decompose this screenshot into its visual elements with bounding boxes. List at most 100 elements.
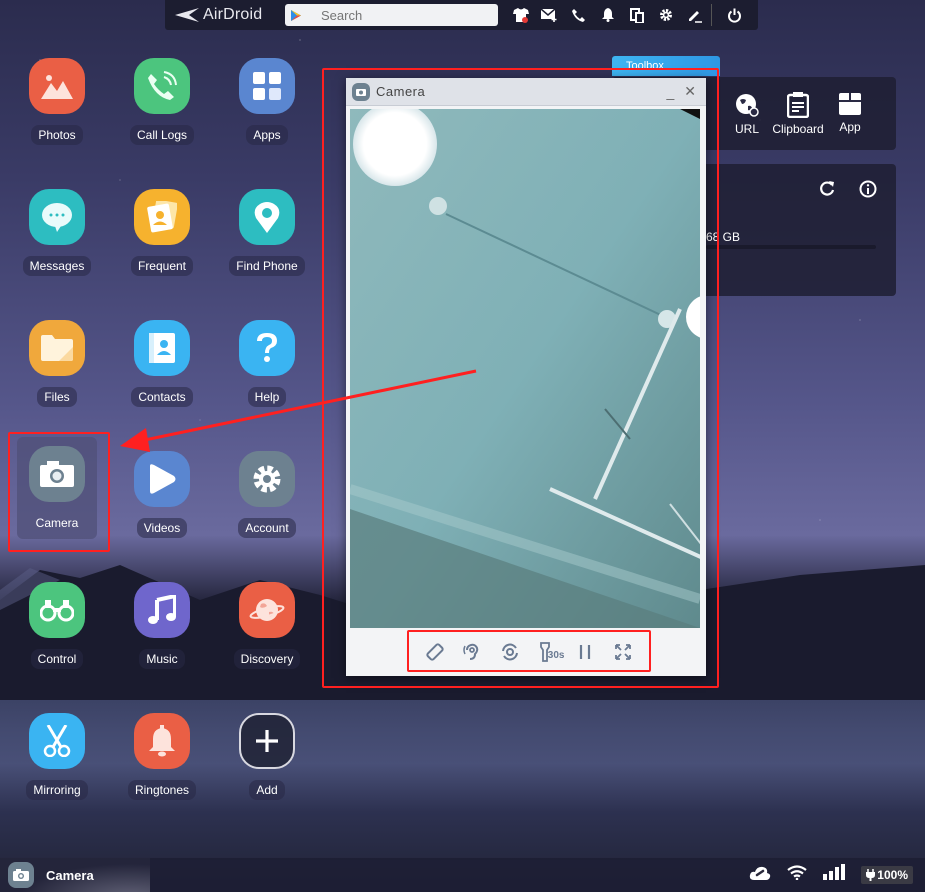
app-label: Apps	[246, 125, 288, 145]
signal-icon	[823, 864, 846, 885]
app-apps[interactable]: Apps	[222, 58, 312, 145]
app-label: Files	[37, 387, 77, 407]
camera-icon	[29, 446, 85, 502]
messages-icon	[29, 189, 85, 245]
listen-button[interactable]	[458, 638, 486, 666]
call-logs-icon	[134, 58, 190, 114]
app-label: Account	[238, 518, 296, 538]
cloud-link-icon	[749, 865, 771, 885]
tshirt-icon[interactable]	[506, 0, 535, 30]
storage-text: 68 GB	[706, 230, 741, 244]
app-label: Find Phone	[229, 256, 305, 276]
ear-icon	[463, 643, 479, 660]
storage-bar	[706, 245, 876, 249]
pause-button[interactable]	[571, 638, 599, 666]
device-status: 100%	[749, 864, 913, 885]
search-input[interactable]	[307, 7, 487, 23]
photos-icon	[29, 58, 85, 114]
app-label: Discovery	[233, 649, 301, 669]
app-add[interactable]: Add	[222, 713, 312, 800]
app-files[interactable]: Files	[12, 320, 102, 407]
app-videos[interactable]: Videos	[117, 451, 207, 538]
power-icon[interactable]	[720, 0, 749, 30]
videos-icon	[134, 451, 190, 507]
close-button[interactable]: ✕	[684, 83, 696, 100]
flashlight-button[interactable]: 30s	[534, 638, 565, 666]
fullscreen-button[interactable]	[609, 638, 637, 666]
ringtones-icon	[134, 713, 190, 769]
wifi-icon	[787, 864, 807, 885]
divider	[711, 4, 712, 26]
apps-icon	[239, 58, 295, 114]
battery-indicator: 100%	[861, 865, 913, 884]
app-discovery[interactable]: Discovery	[222, 582, 312, 669]
app-mirroring[interactable]: Mirroring	[12, 713, 102, 800]
app-messages[interactable]: Messages	[12, 189, 102, 276]
charging-plug-icon	[866, 868, 876, 881]
window-title: Camera	[376, 84, 426, 99]
app-label: Camera	[35, 516, 79, 530]
taskbar-item-camera[interactable]: Camera	[0, 858, 150, 892]
app-package-icon	[839, 93, 861, 115]
mirroring-icon	[29, 713, 85, 769]
app-call-logs[interactable]: Call Logs	[117, 58, 207, 145]
tool-clipboard[interactable]: Clipboard	[771, 92, 825, 136]
url-icon	[736, 94, 759, 117]
phone-icon[interactable]	[564, 0, 593, 30]
files-icon	[29, 320, 85, 376]
app-label: Call Logs	[129, 125, 195, 145]
rotate-button[interactable]	[421, 638, 449, 666]
music-icon	[134, 582, 190, 638]
camera-icon	[352, 82, 370, 101]
app-ringtones[interactable]: Ringtones	[117, 713, 207, 800]
info-icon[interactable]	[859, 180, 877, 203]
app-photos[interactable]: Photos	[12, 58, 102, 145]
frequent-icon	[134, 189, 190, 245]
mail-add-icon[interactable]	[535, 0, 564, 30]
airdroid-logo-icon	[175, 8, 199, 22]
app-label: Contacts	[131, 387, 193, 407]
contacts-icon	[134, 320, 190, 376]
app-label: Photos	[31, 125, 83, 145]
battery-level: 100%	[877, 867, 908, 882]
gear-icon[interactable]	[651, 0, 680, 30]
taskbar-label: Camera	[46, 867, 94, 883]
camera-controls: 30s	[408, 634, 650, 670]
search-box[interactable]	[285, 4, 498, 26]
devices-icon[interactable]	[622, 0, 651, 30]
minimize-button[interactable]: _	[666, 84, 674, 100]
app-account[interactable]: Account	[222, 451, 312, 538]
app-label: Music	[139, 649, 185, 669]
rotate-icon	[426, 643, 444, 661]
app-label: Frequent	[130, 256, 194, 276]
switch-camera-button[interactable]	[496, 638, 524, 666]
add-icon	[239, 713, 295, 769]
tool-app[interactable]: App	[836, 92, 864, 134]
app-control[interactable]: Control	[12, 582, 102, 669]
camera-icon	[8, 862, 34, 888]
tool-url[interactable]: URL	[730, 92, 764, 136]
app-find-phone[interactable]: Find Phone	[222, 189, 312, 276]
refresh-icon[interactable]	[818, 180, 836, 203]
discovery-icon	[239, 582, 295, 638]
app-label: Add	[249, 780, 285, 800]
camera-window: Camera _ ✕ 30s	[346, 78, 706, 676]
toolbox-tab[interactable]: Toolbox	[612, 56, 720, 76]
app-help[interactable]: Help	[222, 320, 312, 407]
airdroid-logo: AirDroid	[165, 6, 285, 24]
app-label: Messages	[22, 256, 92, 276]
help-icon	[239, 320, 295, 376]
bell-icon[interactable]	[593, 0, 622, 30]
app-music[interactable]: Music	[117, 582, 207, 669]
clipboard-icon	[787, 92, 809, 118]
find-phone-icon	[239, 189, 295, 245]
tool-label: App	[839, 120, 861, 134]
edit-icon[interactable]	[680, 0, 709, 30]
camera-window-titlebar[interactable]: Camera _ ✕	[346, 78, 706, 106]
app-frequent[interactable]: Frequent	[117, 189, 207, 276]
tool-label: Clipboard	[772, 122, 824, 136]
play-store-icon	[285, 9, 307, 22]
app-camera[interactable]: Camera	[17, 437, 97, 539]
app-contacts[interactable]: Contacts	[117, 320, 207, 407]
flashlight-timer: 30s	[547, 650, 565, 661]
